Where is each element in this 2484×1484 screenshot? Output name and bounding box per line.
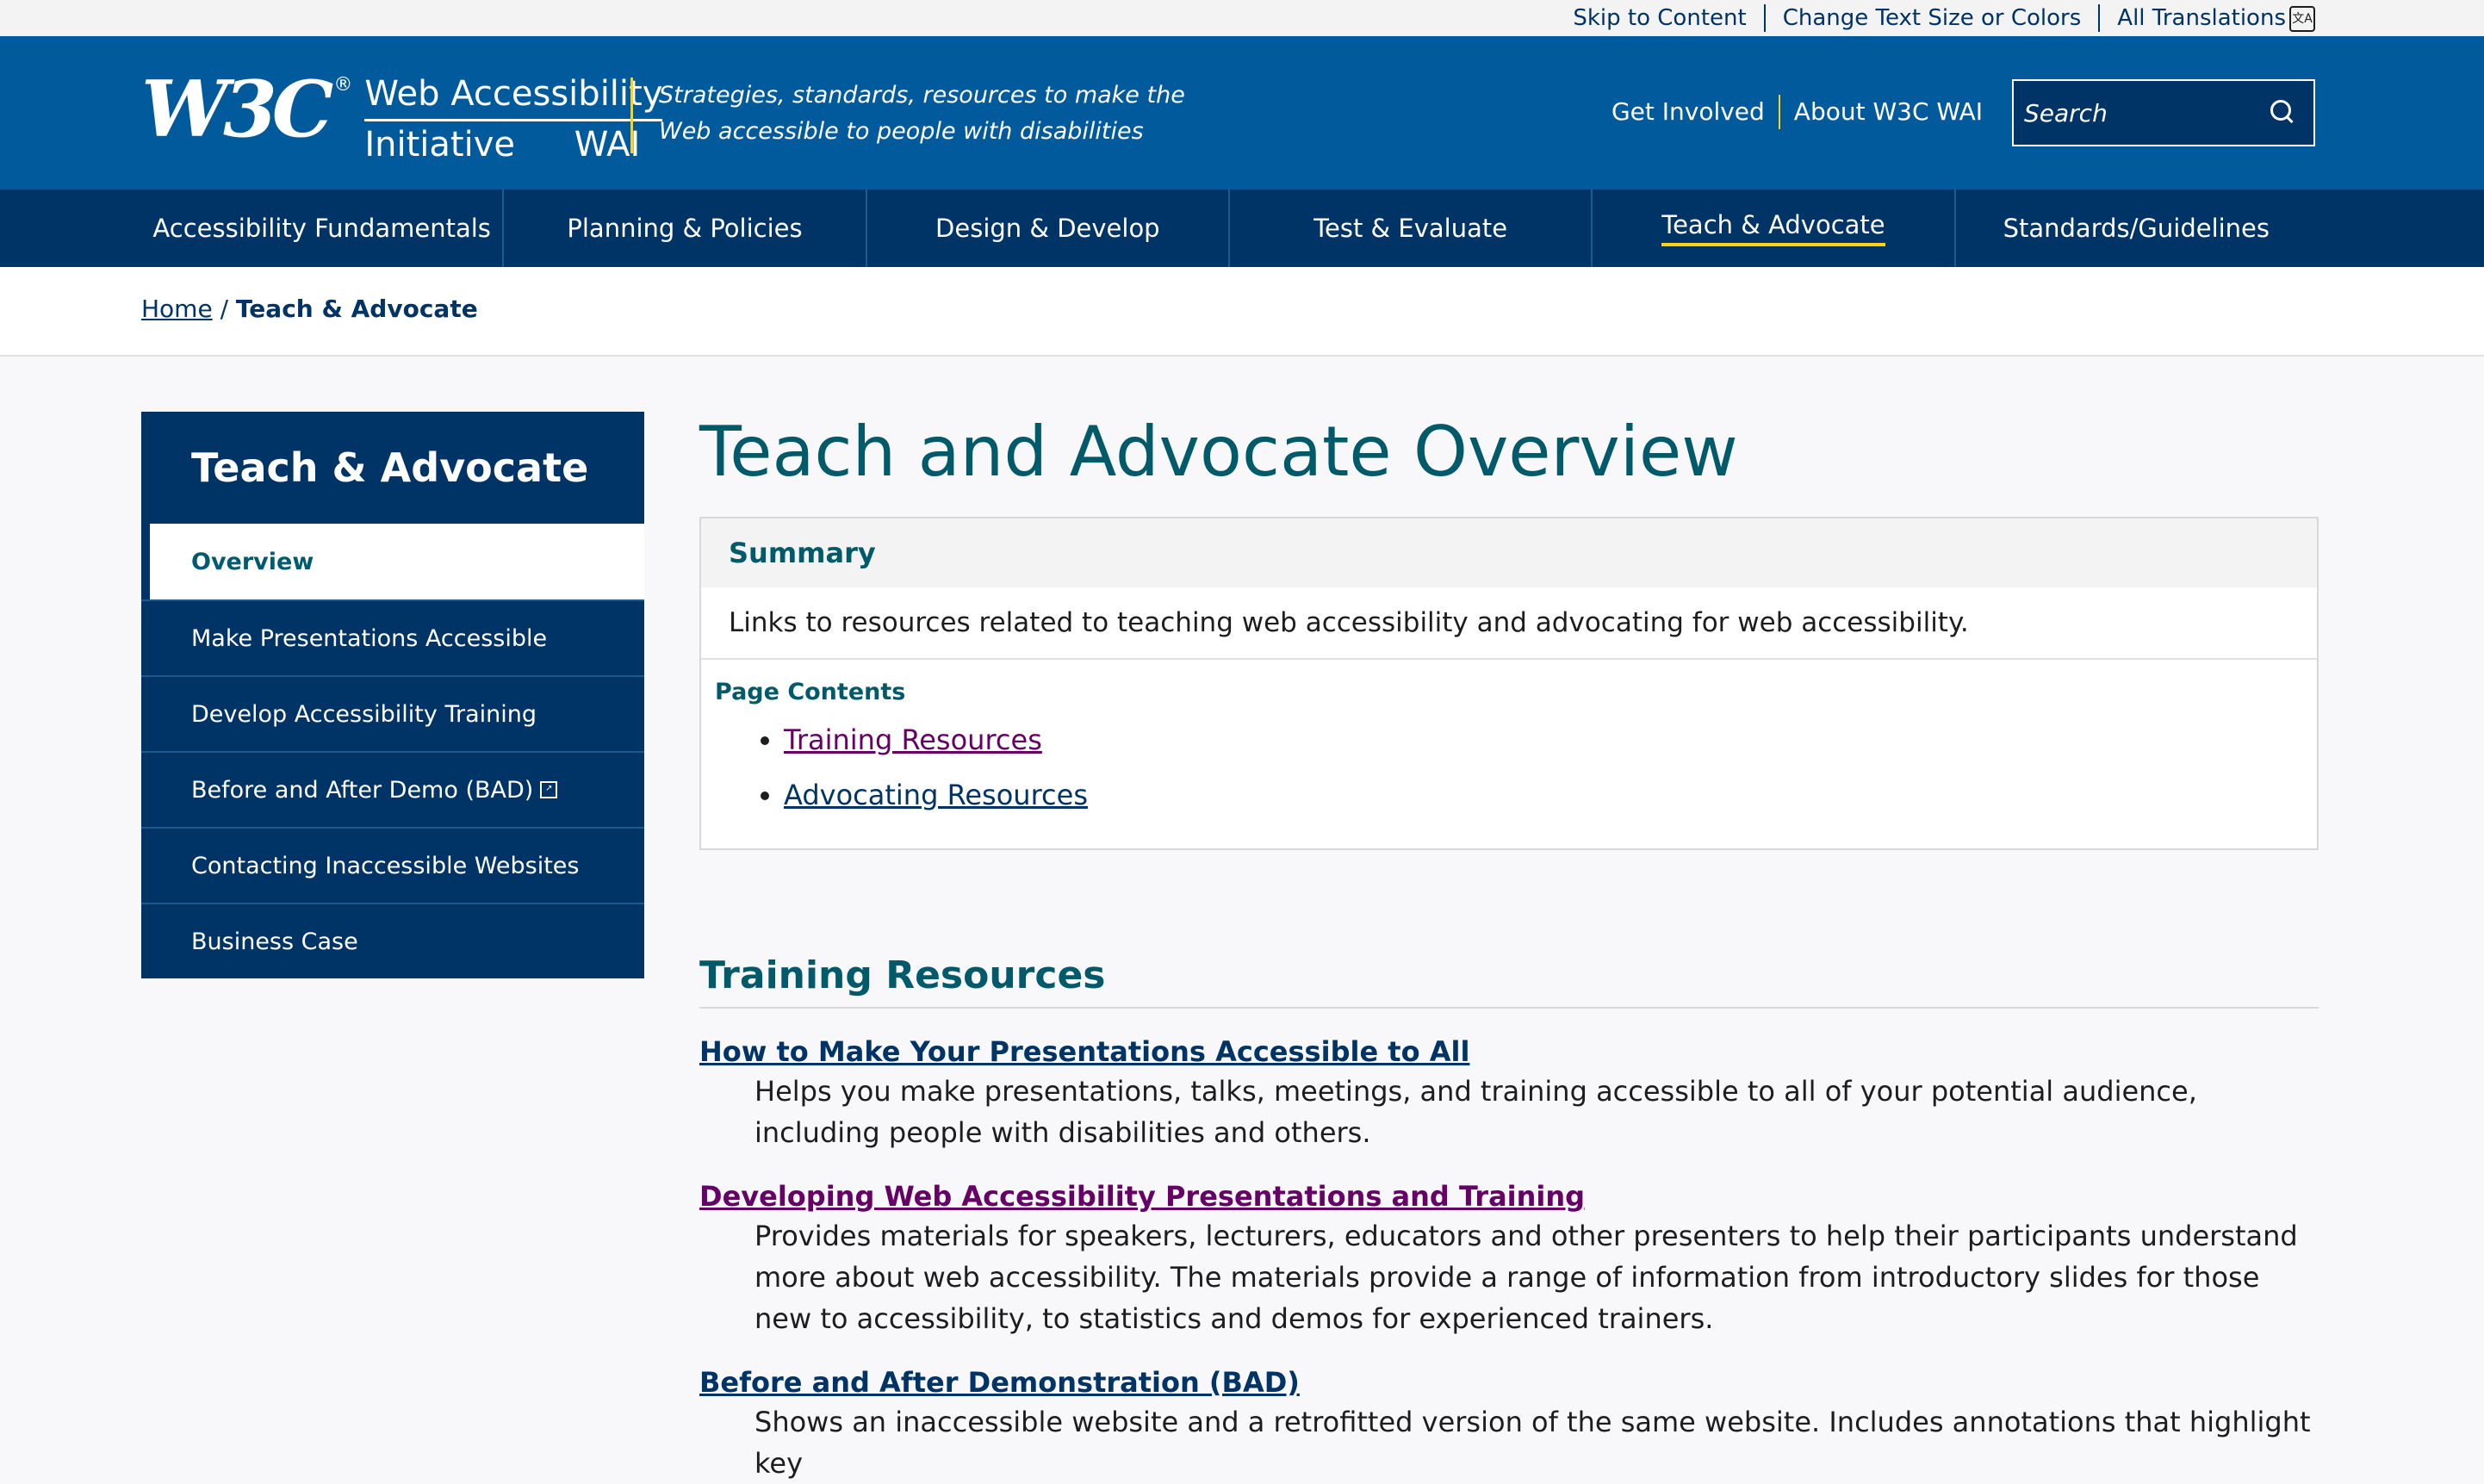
logo-line-1: Web Accessibility [364, 71, 663, 121]
section-sidebar: Teach & Advocate Overview Make Presentat… [141, 412, 644, 978]
sidebar-item-training[interactable]: Develop Accessibility Training [141, 675, 644, 751]
toc-link-training[interactable]: Training Resources [784, 723, 1042, 756]
summary-heading: Summary [701, 518, 2317, 587]
about-wai-link[interactable]: About W3C WAI [1780, 95, 1997, 129]
main-navigation: Accessibility Fundamentals Planning & Po… [0, 189, 2484, 267]
resource-entry: How to Make Your Presentations Accessibl… [699, 1033, 2319, 1153]
page-contents-heading: Page Contents [715, 679, 906, 705]
sidebar-item-contacting[interactable]: Contacting Inaccessible Websites [141, 827, 644, 903]
toc-link-advocating[interactable]: Advocating Resources [784, 779, 1088, 811]
resource-description: Shows an inaccessible website and a retr… [755, 1406, 2311, 1480]
sidebar-item-label: Before and After Demo (BAD) [191, 776, 534, 804]
nav-accessibility-fundamentals[interactable]: Accessibility Fundamentals [141, 189, 505, 267]
resource-link-training[interactable]: Developing Web Accessibility Presentatio… [699, 1177, 1585, 1215]
nav-label: Planning & Policies [567, 214, 803, 243]
nav-standards-guidelines[interactable]: Standards/Guidelines [1956, 189, 2317, 267]
utility-bar: Skip to Content Change Text Size or Colo… [0, 0, 2484, 36]
nav-label: Test & Evaluate [1313, 214, 1508, 243]
page-title: Teach and Advocate Overview [699, 412, 1738, 492]
logo-line-2: Initiative WAI [364, 121, 640, 168]
wai-logo[interactable]: W3C ® Web Accessibility Initiative WAI [141, 64, 663, 165]
translations-label: All Translations [2117, 5, 2286, 31]
nav-label: Accessibility Fundamentals [152, 214, 491, 243]
logo-initiative: Initiative [364, 125, 515, 165]
search-box [2012, 79, 2315, 146]
breadcrumb: Home / Teach & Advocate [141, 295, 478, 323]
breadcrumb-bar: Home / Teach & Advocate [0, 267, 2484, 357]
get-involved-link[interactable]: Get Involved [1598, 95, 1780, 129]
list-item: Training Resources [784, 712, 2303, 767]
utility-links: Skip to Content Change Text Size or Colo… [1556, 0, 2319, 36]
nav-planning-policies[interactable]: Planning & Policies [504, 189, 867, 267]
main-content: Teach and Advocate Overview Summary Link… [699, 405, 2319, 1484]
breadcrumb-current: Teach & Advocate [235, 295, 478, 323]
site-tagline: Strategies, standards, resources to make… [630, 78, 1193, 153]
search-input[interactable] [2022, 97, 2267, 128]
search-icon[interactable] [2270, 100, 2291, 121]
sidebar-item-business-case[interactable]: Business Case [141, 903, 644, 978]
sidebar-title: Teach & Advocate [191, 444, 589, 491]
sidebar-item-overview[interactable]: Overview [150, 524, 644, 599]
page-contents-list: Training Resources Advocating Resources [715, 712, 2303, 823]
resource-link-bad[interactable]: Before and After Demonstration (BAD) [699, 1363, 1300, 1401]
nav-label: Standards/Guidelines [2003, 214, 2270, 243]
nav-design-develop[interactable]: Design & Develop [867, 189, 1230, 267]
nav-label: Teach & Advocate [1661, 210, 1885, 246]
breadcrumb-separator: / [212, 295, 236, 323]
resource-entry: Before and After Demonstration (BAD) Sho… [699, 1363, 2319, 1484]
sidebar-item-presentations[interactable]: Make Presentations Accessible [141, 599, 644, 675]
resource-description: Provides materials for speakers, lecture… [755, 1220, 2298, 1335]
nav-label: Design & Develop [935, 214, 1160, 243]
resource-entry: Developing Web Accessibility Presentatio… [699, 1177, 2319, 1339]
summary-text: Links to resources related to teaching w… [701, 587, 2317, 660]
wai-logo-text: Web Accessibility Initiative WAI [364, 71, 663, 168]
nav-test-evaluate[interactable]: Test & Evaluate [1230, 189, 1593, 267]
text-size-link[interactable]: Change Text Size or Colors [1766, 4, 2101, 32]
translations-link[interactable]: All Translations 文A [2100, 4, 2319, 32]
translate-icon: 文A [2289, 5, 2315, 32]
header-nav: Get Involved About W3C WAI [1598, 95, 1997, 129]
external-link-icon: ↗ [540, 781, 558, 798]
section-heading-training: Training Resources [699, 952, 2319, 1009]
registered-mark: ® [333, 74, 353, 96]
w3c-logo-mark: W3C [141, 64, 333, 155]
list-item: Advocating Resources [784, 767, 2303, 823]
site-header: W3C ® Web Accessibility Initiative WAI S… [0, 36, 2484, 189]
page-contents: Page Contents Training Resources Advocat… [701, 660, 2317, 848]
sidebar-item-bad-demo[interactable]: Before and After Demo (BAD) ↗ [141, 751, 644, 827]
breadcrumb-home[interactable]: Home [141, 295, 213, 323]
nav-teach-advocate[interactable]: Teach & Advocate [1593, 189, 1956, 267]
resource-description: Helps you make presentations, talks, mee… [755, 1075, 2197, 1149]
skip-to-content-link[interactable]: Skip to Content [1556, 4, 1766, 32]
summary-box: Summary Links to resources related to te… [699, 517, 2319, 850]
resource-link-presentations[interactable]: How to Make Your Presentations Accessibl… [699, 1033, 1469, 1071]
